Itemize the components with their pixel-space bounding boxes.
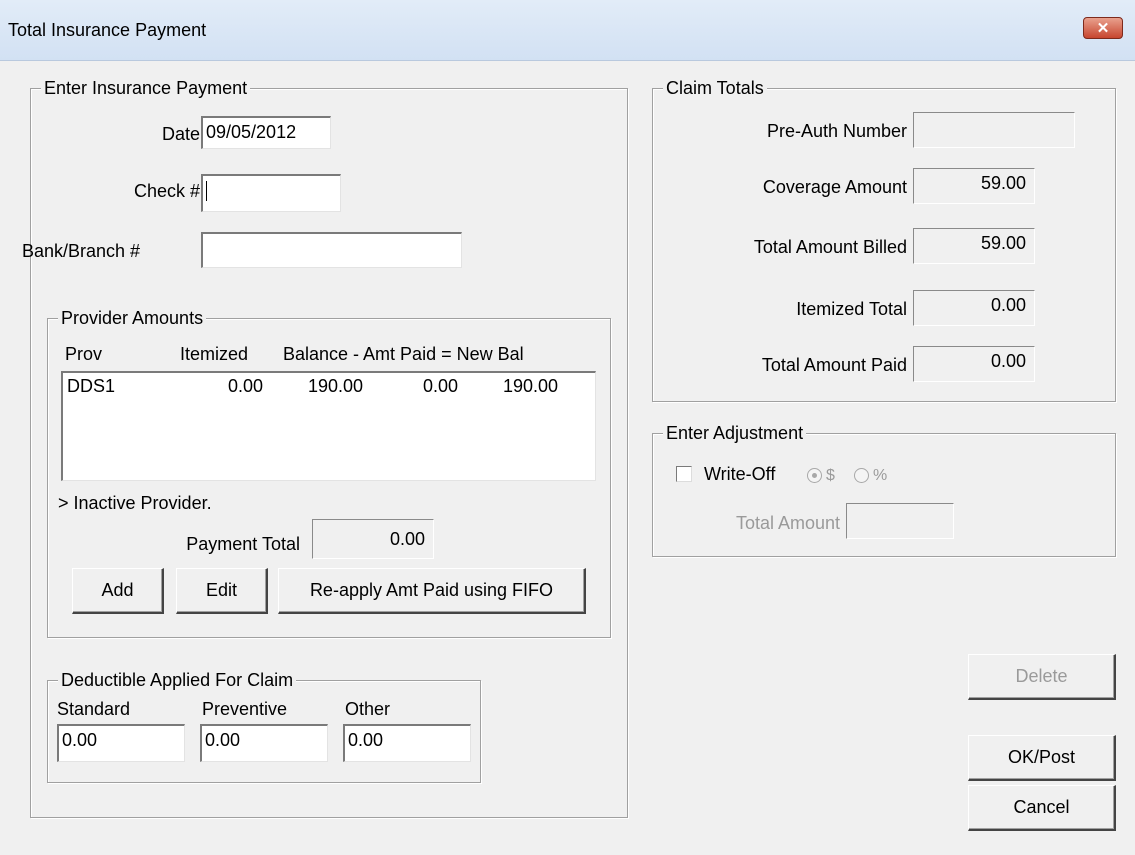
write-off-label[interactable]: Write-Off — [704, 463, 775, 485]
list-item[interactable]: DDS1 0.00 190.00 0.00 190.00 — [63, 373, 595, 397]
dollar-radio[interactable] — [807, 468, 822, 483]
row-itemized: 0.00 — [227, 376, 263, 396]
coverage-amount-label: Coverage Amount — [762, 177, 907, 197]
bank-branch-label: Bank/Branch # — [22, 241, 141, 261]
date-field[interactable]: 09/05/2012 — [201, 116, 331, 149]
provider-amounts-list[interactable]: DDS1 0.00 190.00 0.00 190.00 — [61, 371, 596, 481]
other-label: Other — [345, 699, 391, 719]
delete-button[interactable]: Delete — [968, 654, 1116, 700]
window-title: Total Insurance Payment — [8, 20, 207, 40]
standard-field[interactable]: 0.00 — [57, 724, 185, 762]
column-balance-paid-newbal: Balance - Amt Paid = New Bal — [283, 344, 524, 364]
column-prov: Prov — [65, 344, 103, 364]
inactive-provider-note: > Inactive Provider. — [58, 493, 212, 513]
row-prov: DDS1 — [67, 376, 116, 396]
write-off-checkbox[interactable] — [676, 466, 692, 482]
percent-label: % — [873, 467, 888, 484]
row-new-bal: 190.00 — [502, 376, 558, 396]
total-paid-field: 0.00 — [913, 346, 1035, 382]
title-bar: Total Insurance Payment ✕ — [0, 0, 1135, 61]
check-number-field[interactable] — [201, 174, 341, 212]
percent-radio[interactable] — [854, 468, 869, 483]
preauth-field — [913, 112, 1075, 148]
other-field[interactable]: 0.00 — [343, 724, 471, 762]
row-amt-paid: 0.00 — [422, 376, 458, 396]
total-amount-label: Total Amount — [735, 513, 840, 533]
preventive-label: Preventive — [202, 699, 288, 719]
ok-post-button[interactable]: OK/Post — [968, 735, 1116, 781]
total-billed-label: Total Amount Billed — [753, 237, 907, 257]
claim-totals-legend: Claim Totals — [663, 77, 767, 99]
total-billed-field: 59.00 — [913, 228, 1035, 264]
reapply-fifo-button[interactable]: Re-apply Amt Paid using FIFO — [278, 568, 586, 614]
standard-label: Standard — [57, 699, 131, 719]
total-paid-label: Total Amount Paid — [761, 355, 907, 375]
payment-total-field: 0.00 — [312, 519, 434, 559]
bank-branch-field[interactable] — [201, 232, 462, 268]
provider-amounts-legend: Provider Amounts — [58, 307, 207, 329]
deductible-legend: Deductible Applied For Claim — [58, 669, 297, 691]
itemized-total-label: Itemized Total — [796, 299, 907, 319]
add-button[interactable]: Add — [72, 568, 164, 614]
preauth-label: Pre-Auth Number — [766, 121, 907, 141]
coverage-amount-field: 59.00 — [913, 168, 1035, 204]
total-amount-field[interactable] — [846, 503, 954, 539]
dollar-label: $ — [826, 467, 835, 484]
itemized-total-field: 0.00 — [913, 290, 1035, 326]
check-label: Check # — [133, 181, 200, 201]
enter-adjustment-legend: Enter Adjustment — [663, 422, 807, 444]
cancel-button[interactable]: Cancel — [968, 785, 1116, 831]
payment-total-label: Payment Total — [186, 534, 300, 554]
column-itemized: Itemized — [180, 344, 249, 364]
edit-button[interactable]: Edit — [176, 568, 268, 614]
enter-insurance-payment-legend: Enter Insurance Payment — [41, 77, 251, 99]
row-balance: 190.00 — [307, 376, 363, 396]
date-label: Date — [161, 124, 200, 144]
text-caret — [206, 181, 207, 202]
preventive-field[interactable]: 0.00 — [200, 724, 328, 762]
close-icon: ✕ — [1096, 20, 1110, 37]
close-button[interactable]: ✕ — [1083, 17, 1123, 39]
